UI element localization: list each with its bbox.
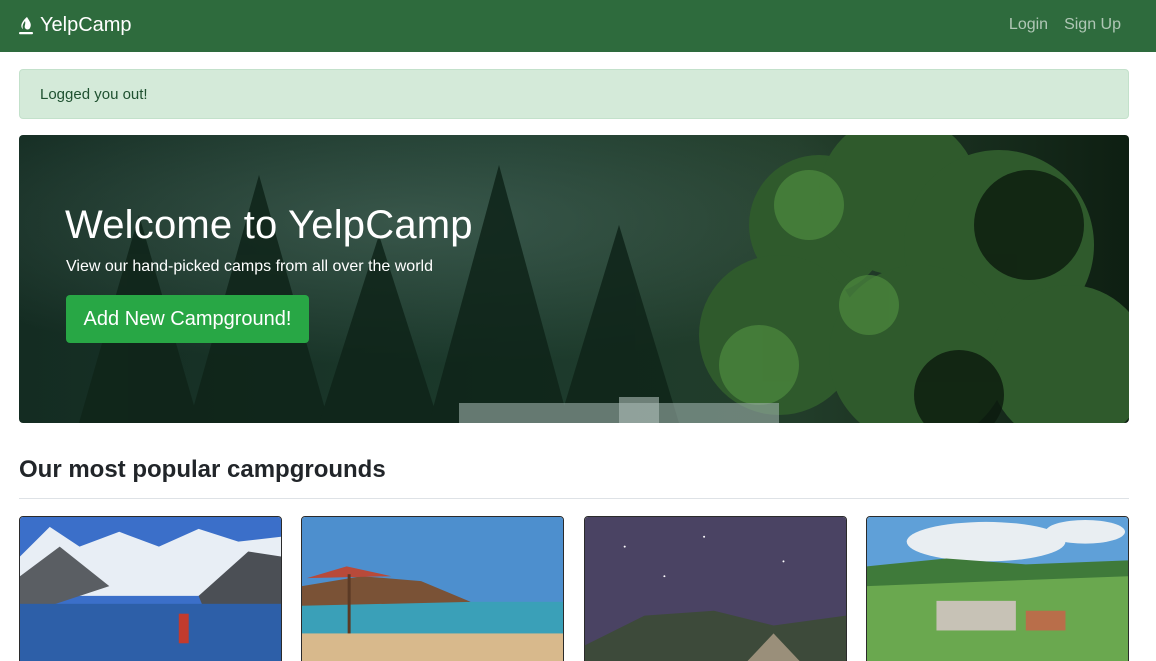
brand-link[interactable]: YelpCamp <box>18 14 132 37</box>
signup-link[interactable]: Sign Up <box>1064 16 1121 34</box>
alert-message: Logged you out! <box>40 86 148 103</box>
brand-name: YelpCamp <box>40 14 132 36</box>
hero-subtitle: View our hand-picked camps from all over… <box>66 258 433 275</box>
village-valley-image <box>867 517 1128 661</box>
add-campground-button[interactable]: Add New Campground! <box>66 295 309 343</box>
navbar: YelpCamp Login Sign Up <box>0 0 1156 52</box>
logout-alert: Logged you out! <box>19 69 1129 119</box>
campground-card[interactable] <box>19 516 282 661</box>
login-link[interactable]: Login <box>1009 16 1048 34</box>
campground-card[interactable] <box>866 516 1129 661</box>
section-title: Our most popular campgrounds <box>19 456 386 483</box>
beach-umbrella-image <box>302 517 563 661</box>
night-sky-tent-image <box>585 517 846 661</box>
forest-background-image <box>19 135 1129 423</box>
campfire-icon <box>19 16 33 34</box>
campground-card[interactable] <box>584 516 847 661</box>
section-divider <box>19 498 1129 499</box>
campground-card[interactable] <box>301 516 564 661</box>
hero-banner: Welcome to YelpCamp View our hand-picked… <box>19 135 1129 423</box>
hero-title: Welcome to YelpCamp <box>65 203 473 247</box>
mountain-lake-image <box>20 517 281 661</box>
nav-links: Login Sign Up <box>1009 16 1121 34</box>
